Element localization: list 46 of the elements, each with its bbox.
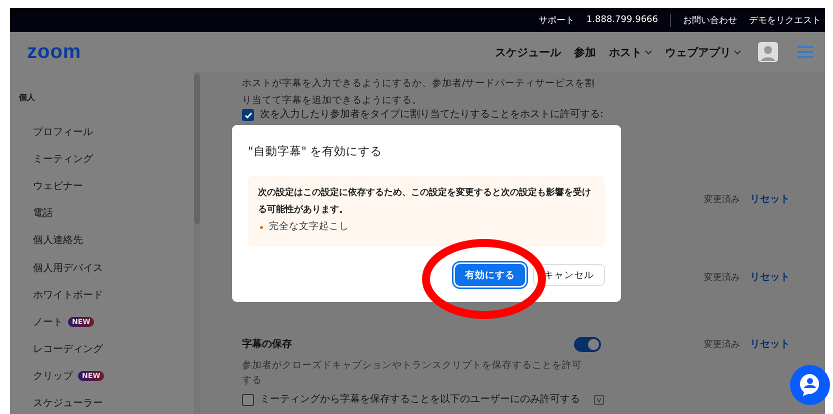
scrollbar[interactable] [194, 74, 200, 224]
top-link[interactable]: 1.888.799.9666 [586, 15, 658, 25]
checkbox-label: 次を入力したり参加者をタイプに割り当てたりすることをホストに許可する: [260, 109, 604, 121]
checkbox[interactable] [242, 109, 254, 121]
sidebar-item[interactable]: スケジューラー [33, 396, 103, 410]
nav-link[interactable]: スケジュール [495, 44, 561, 60]
setting-description: 参加者がクローズドキャプションやトランスクリプトを保存することを許可する [242, 359, 582, 388]
top-link[interactable]: サポート [538, 14, 574, 26]
status-text: 変更済み [704, 272, 740, 284]
sidebar-item[interactable]: 個人用デバイス [33, 260, 103, 275]
toggle-switch[interactable] [574, 336, 601, 352]
verified-icon [594, 395, 604, 405]
reset-link[interactable]: リセット [750, 192, 790, 206]
logo[interactable]: zoom [27, 40, 82, 64]
person-icon [799, 373, 821, 397]
dependent-setting: 完全な文字起こし [269, 220, 349, 234]
setting-description: ホストが字幕を入力できるようにするか、参加者/サードパーティサービスを割り当てて字幕を追加できるようにする。 [242, 77, 596, 108]
sidebar-item[interactable]: ウェビナー [33, 178, 83, 193]
dialog-title: "自動字幕" を有効にする [248, 144, 384, 159]
top-link[interactable]: お問い合わせ [683, 14, 737, 26]
nav-link[interactable]: ウェブアプリ [665, 44, 731, 60]
sidebar-item[interactable]: プロフィール [33, 124, 93, 139]
setting-title: 字幕の保存 [242, 337, 293, 351]
checkbox[interactable] [242, 394, 254, 406]
notice-text: 次の設定はこの設定に依存するため、この設定を変更すると次の設定も影響を受ける可能性があります。 [258, 186, 592, 217]
reset-link[interactable]: リセット [750, 270, 790, 284]
avatar-icon[interactable] [758, 42, 778, 62]
nav-link[interactable]: 参加 [574, 44, 596, 60]
sidebar-item[interactable]: ホワイトボード [33, 288, 103, 302]
reset-link[interactable]: リセット [750, 337, 790, 351]
enable-button[interactable]: 有効にする [455, 264, 525, 286]
sidebar-item[interactable]: クリップ [33, 369, 73, 384]
chevron-down-icon[interactable] [734, 50, 741, 54]
checkbox-label: ミーティングから字幕を保存することを以下のユーザーにのみ許可する [260, 394, 580, 406]
status-text: 変更済み [704, 194, 740, 206]
bullet-icon [260, 226, 263, 228]
sidebar-item[interactable]: ミーティング [33, 152, 93, 166]
chevron-down-icon[interactable] [645, 50, 652, 54]
sidebar-item[interactable]: 電話 [33, 206, 53, 220]
sidebar-item[interactable]: レコーディング [33, 342, 103, 356]
top-link[interactable]: デモをリクエスト [749, 14, 821, 26]
section-label: 個人 [19, 92, 36, 103]
sidebar-item[interactable]: ノート [33, 314, 63, 329]
status-text: 変更済み [704, 338, 740, 350]
sidebar-item[interactable]: 個人連絡先 [33, 233, 83, 248]
nav-link[interactable]: ホスト [609, 44, 642, 60]
